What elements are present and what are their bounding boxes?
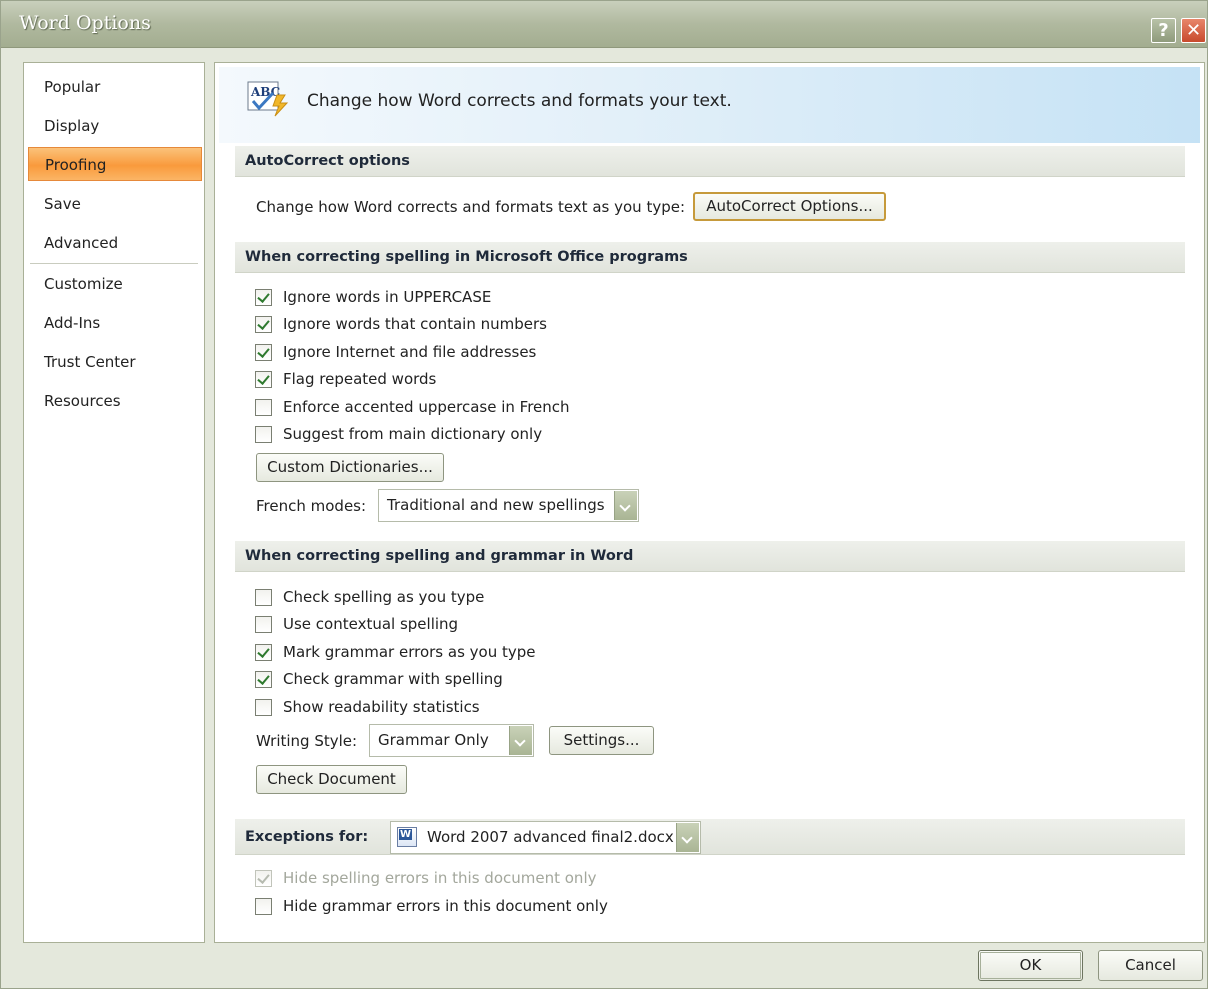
exceptions-document-value: Word 2007 advanced final2.docx xyxy=(427,828,674,846)
label-hide-spelling-errors: Hide spelling errors in this document on… xyxy=(283,869,597,887)
label-grammar-with-spelling: Check grammar with spelling xyxy=(283,670,503,688)
chevron-down-icon[interactable] xyxy=(614,491,637,520)
sidebar-item-customize[interactable]: Customize xyxy=(28,267,202,301)
page-banner: ABC Change how Word corrects and formats… xyxy=(219,67,1200,143)
label-enforce-french: Enforce accented uppercase in French xyxy=(283,398,570,416)
title-bar: Word Options ? ✕ xyxy=(1,1,1207,48)
section-header-autocorrect: AutoCorrect options xyxy=(235,146,1185,177)
section-header-office-spelling: When correcting spelling in Microsoft Of… xyxy=(235,242,1185,273)
checkbox-mark-grammar[interactable] xyxy=(255,644,272,661)
checkbox-ignore-internet[interactable] xyxy=(255,344,272,361)
page-heading: Change how Word corrects and formats you… xyxy=(307,91,732,111)
ok-button[interactable]: OK xyxy=(978,950,1083,981)
sidebar-item-advanced[interactable]: Advanced xyxy=(28,226,202,260)
sidebar-item-add-ins[interactable]: Add-Ins xyxy=(28,306,202,340)
checkbox-hide-grammar-errors[interactable] xyxy=(255,898,272,915)
checkbox-check-spelling[interactable] xyxy=(255,589,272,606)
options-sidebar: Popular Display Proofing Save Advanced C… xyxy=(23,62,205,943)
label-check-spelling: Check spelling as you type xyxy=(283,588,485,606)
cancel-button[interactable]: Cancel xyxy=(1098,950,1203,981)
label-flag-repeated: Flag repeated words xyxy=(283,370,437,388)
svg-text:ABC: ABC xyxy=(250,85,280,99)
word-document-icon xyxy=(397,827,417,847)
checkbox-flag-repeated[interactable] xyxy=(255,371,272,388)
chevron-down-icon[interactable] xyxy=(509,726,532,755)
sidebar-item-popular[interactable]: Popular xyxy=(28,70,202,104)
autocorrect-label: Change how Word corrects and formats tex… xyxy=(256,198,686,216)
dialog-title: Word Options xyxy=(19,12,151,34)
label-main-dictionary: Suggest from main dictionary only xyxy=(283,425,543,443)
check-document-button[interactable]: Check Document xyxy=(256,765,407,794)
checkbox-enforce-french[interactable] xyxy=(255,399,272,416)
sidebar-item-trust-center[interactable]: Trust Center xyxy=(28,345,202,379)
label-contextual-spelling: Use contextual spelling xyxy=(283,615,459,633)
word-options-dialog: Word Options ? ✕ Popular Display Proofin… xyxy=(0,0,1208,989)
proofing-panel: ABC Change how Word corrects and formats… xyxy=(214,62,1205,943)
sidebar-item-display[interactable]: Display xyxy=(28,109,202,143)
label-mark-grammar: Mark grammar errors as you type xyxy=(283,643,536,661)
french-modes-dropdown[interactable]: Traditional and new spellings xyxy=(378,489,639,522)
section-header-word-spelling: When correcting spelling and grammar in … xyxy=(235,541,1185,572)
french-modes-label: French modes: xyxy=(256,497,367,515)
label-ignore-uppercase: Ignore words in UPPERCASE xyxy=(283,288,492,306)
help-button[interactable]: ? xyxy=(1151,18,1176,43)
checkbox-contextual-spelling[interactable] xyxy=(255,616,272,633)
section-header-exceptions: Exceptions for: xyxy=(235,819,1185,855)
settings-button[interactable]: Settings... xyxy=(549,726,654,755)
label-ignore-numbers: Ignore words that contain numbers xyxy=(283,315,547,333)
exceptions-document-dropdown[interactable]: Word 2007 advanced final2.docx xyxy=(390,821,701,854)
checkbox-ignore-numbers[interactable] xyxy=(255,316,272,333)
abc-check-icon: ABC xyxy=(247,81,289,117)
close-button[interactable]: ✕ xyxy=(1181,18,1206,43)
sidebar-divider xyxy=(30,263,198,264)
french-modes-value: Traditional and new spellings xyxy=(387,496,605,514)
writing-style-value: Grammar Only xyxy=(378,731,489,749)
exceptions-label: Exceptions for: xyxy=(245,829,369,845)
autocorrect-options-button[interactable]: AutoCorrect Options... xyxy=(693,192,886,221)
label-ignore-internet: Ignore Internet and file addresses xyxy=(283,343,537,361)
checkbox-main-dictionary[interactable] xyxy=(255,426,272,443)
checkbox-grammar-with-spelling[interactable] xyxy=(255,671,272,688)
chevron-down-icon[interactable] xyxy=(676,823,699,852)
sidebar-item-proofing[interactable]: Proofing xyxy=(28,147,202,181)
writing-style-label: Writing Style: xyxy=(256,732,358,750)
label-readability: Show readability statistics xyxy=(283,698,480,716)
sidebar-item-save[interactable]: Save xyxy=(28,187,202,221)
custom-dictionaries-button[interactable]: Custom Dictionaries... xyxy=(256,453,444,482)
writing-style-dropdown[interactable]: Grammar Only xyxy=(369,724,534,757)
checkbox-hide-spelling-errors xyxy=(255,870,272,887)
checkbox-readability[interactable] xyxy=(255,699,272,716)
label-hide-grammar-errors: Hide grammar errors in this document onl… xyxy=(283,897,608,915)
checkbox-ignore-uppercase[interactable] xyxy=(255,289,272,306)
sidebar-item-resources[interactable]: Resources xyxy=(28,384,202,418)
